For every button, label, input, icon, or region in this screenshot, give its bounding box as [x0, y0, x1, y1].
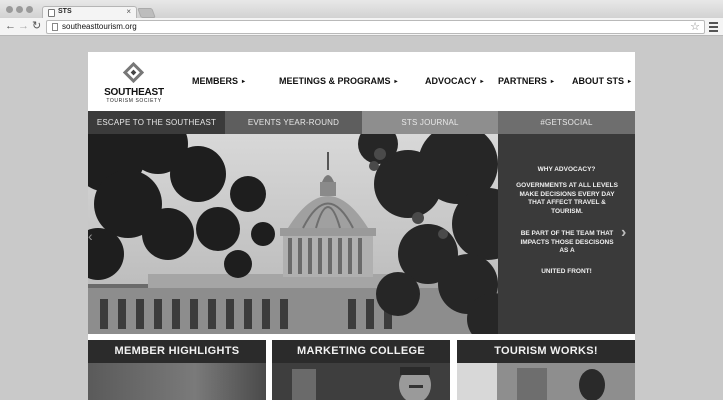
advocacy-title: WHY ADVOCACY? [537, 166, 596, 173]
card-title: TOURISM WORKS! [457, 340, 635, 363]
page-icon [52, 23, 58, 31]
carousel-next-icon[interactable]: › [621, 224, 626, 242]
site-header: SOUTHEAST TOURISM SOCIETY MEMBERS ▸ MEETI… [88, 52, 635, 111]
logo-name[interactable]: SOUTHEAST [100, 87, 168, 98]
subnav-sts-journal[interactable]: STS JOURNAL [362, 111, 498, 134]
subnav-getsocial[interactable]: #GETSOCIAL [498, 111, 635, 134]
nav-members-label: MEMBERS [192, 76, 239, 86]
reload-icon[interactable]: ↻ [32, 20, 41, 32]
back-arrow-icon[interactable]: ← [5, 20, 16, 32]
card-image [272, 363, 450, 400]
arrow-right-icon: ▸ [242, 79, 246, 85]
star-icon[interactable]: ☆ [690, 20, 700, 33]
logo-icon[interactable] [123, 62, 144, 83]
url-text[interactable]: southeasttourism.org [62, 22, 137, 31]
advocacy-text-2: BE PART OF THE TEAM THAT IMPACTS THOSE D… [520, 230, 614, 254]
new-tab-button[interactable] [137, 8, 156, 18]
webpage: SOUTHEAST TOURISM SOCIETY MEMBERS ▸ MEETI… [88, 52, 635, 400]
arrow-right-icon: ▸ [394, 79, 398, 85]
advocacy-text-3: UNITED FRONT! [541, 268, 592, 275]
maximize-window-button[interactable] [26, 6, 33, 13]
card-image [457, 363, 635, 400]
arrow-right-icon: ▸ [628, 79, 632, 85]
hero-image-capitol: ‹ [88, 134, 498, 334]
advocacy-panel[interactable]: WHY ADVOCACY? GOVERNMENTS AT ALL LEVELS … [498, 134, 635, 334]
hamburger-menu-icon[interactable] [709, 22, 718, 34]
advocacy-text-1: GOVERNMENTS AT ALL LEVELS MAKE DECISIONS… [516, 182, 618, 215]
nav-meetings-programs[interactable]: MEETINGS & PROGRAMS ▸ [279, 76, 398, 86]
secondary-nav: ESCAPE TO THE SOUTHEAST EVENTS YEAR-ROUN… [88, 111, 635, 134]
card-title: MARKETING COLLEGE [272, 340, 450, 363]
nav-advocacy-label: ADVOCACY [425, 76, 477, 86]
carousel-prev-icon[interactable]: ‹ [88, 228, 93, 244]
page-icon [48, 9, 55, 17]
address-bar[interactable]: southeasttourism.org ☆ [46, 20, 705, 34]
feature-cards: MEMBER HIGHLIGHTS MARKETING COLLEGE TOUR… [88, 334, 635, 400]
card-marketing-college[interactable]: MARKETING COLLEGE [272, 340, 450, 400]
forward-arrow-icon[interactable]: → [18, 20, 29, 32]
nav-members[interactable]: MEMBERS ▸ [192, 76, 245, 86]
minimize-window-button[interactable] [16, 6, 23, 13]
browser-tab-bar: STS × [0, 0, 723, 19]
nav-about-label: ABOUT STS [572, 76, 625, 86]
browser-toolbar: ← → ↻ southeasttourism.org ☆ [0, 18, 723, 36]
person-photo [272, 363, 450, 400]
card-image [88, 363, 266, 400]
capitol-building-image [88, 134, 498, 334]
person-photo [457, 363, 635, 400]
tab-close-icon[interactable]: × [126, 7, 131, 16]
logo-subtitle: TOURISM SOCIETY [106, 98, 162, 104]
arrow-right-icon: ▸ [550, 79, 554, 85]
nav-partners[interactable]: PARTNERS ▸ [498, 76, 554, 86]
nav-advocacy[interactable]: ADVOCACY ▸ [425, 76, 484, 86]
close-window-button[interactable] [6, 6, 13, 13]
card-tourism-works[interactable]: TOURISM WORKS! [457, 340, 635, 400]
subnav-escape-southeast[interactable]: ESCAPE TO THE SOUTHEAST [88, 111, 225, 134]
subnav-events-year-round[interactable]: EVENTS YEAR-ROUND [225, 111, 362, 134]
nav-meetings-label: MEETINGS & PROGRAMS [279, 76, 391, 86]
card-title: MEMBER HIGHLIGHTS [88, 340, 266, 363]
nav-partners-label: PARTNERS [498, 76, 547, 86]
nav-about-sts[interactable]: ABOUT STS ▸ [572, 76, 631, 86]
card-member-highlights[interactable]: MEMBER HIGHLIGHTS [88, 340, 266, 400]
tab-title: STS [58, 8, 72, 15]
arrow-right-icon: ▸ [480, 79, 484, 85]
